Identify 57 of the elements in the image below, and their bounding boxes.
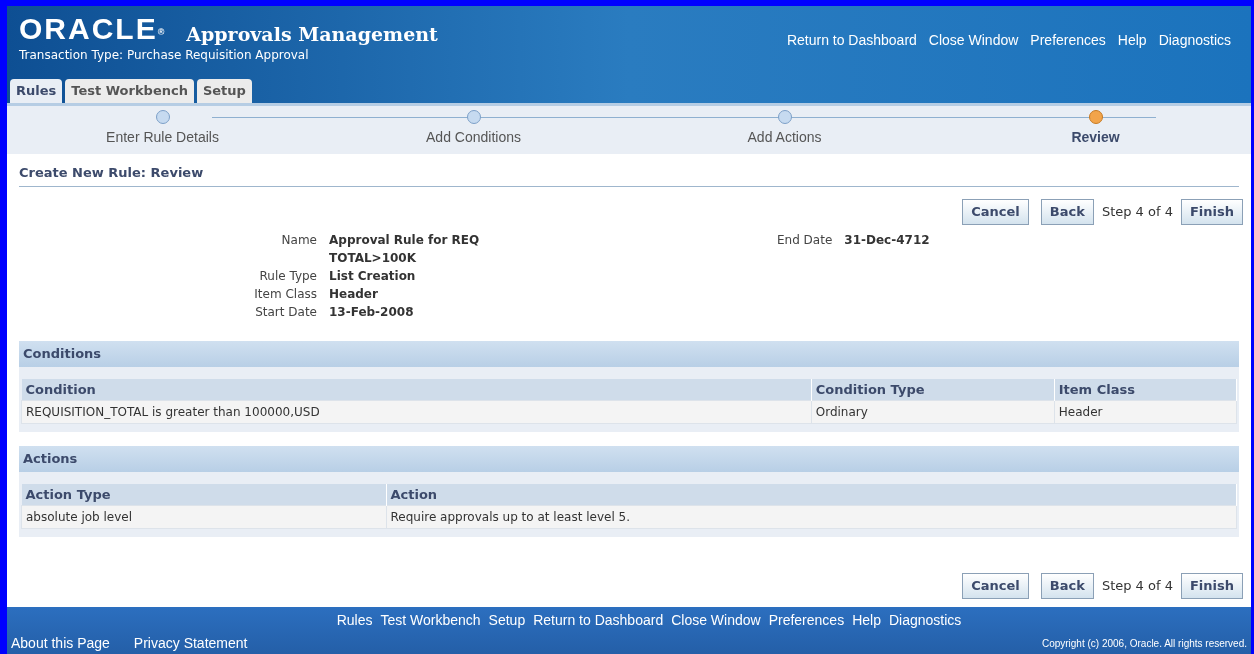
train-step-label[interactable]: Review: [1071, 127, 1120, 148]
wizard-button[interactable]: Back: [1040, 573, 1094, 599]
field-label: Rule Type: [258, 268, 317, 285]
tab[interactable]: Rules: [10, 79, 63, 103]
footer-link[interactable]: Return to Dashboard: [533, 610, 664, 631]
section-header: Conditions: [19, 341, 1239, 367]
app-title: Approvals Management: [186, 25, 438, 44]
footer-link[interactable]: Preferences: [768, 610, 845, 631]
footer-link[interactable]: Help: [852, 610, 881, 631]
tab[interactable]: Setup: [196, 79, 252, 103]
footer-link[interactable]: Diagnostics: [888, 610, 962, 631]
field-label: Start Date: [254, 304, 317, 321]
table-cell: REQUISITION_TOTAL is greater than 100000,USD: [21, 400, 812, 424]
table-cell: absolute job level: [21, 505, 386, 529]
table-cell: Ordinary: [811, 400, 1055, 424]
train-step-label[interactable]: Enter Rule Details: [106, 127, 219, 148]
field-value: 13-Feb-2008: [329, 304, 415, 321]
transaction-type: Transaction Type: Purchase Requisition Approval: [19, 47, 310, 64]
global-link[interactable]: Return to Dashboard: [786, 30, 917, 51]
global-link[interactable]: Diagnostics: [1158, 30, 1231, 51]
wizard-button[interactable]: Back: [1040, 199, 1094, 225]
train-step-label[interactable]: Add Conditions: [426, 127, 521, 148]
column-header: Condition Type: [811, 378, 1055, 401]
table-cell: Header: [1054, 400, 1237, 424]
footer-link[interactable]: Rules: [336, 610, 373, 631]
footer-link[interactable]: Close Window: [671, 610, 761, 631]
column-header: Action Type: [21, 483, 386, 506]
global-link[interactable]: Close Window: [928, 30, 1019, 51]
table-cell: Require approvals up to at least level 5.: [386, 505, 1237, 529]
field-value: Header: [329, 286, 379, 303]
page-title: Create New Rule: Review: [19, 165, 204, 180]
column-header: Item Class: [1054, 378, 1237, 401]
field-label: Item Class: [254, 286, 317, 303]
footer-link[interactable]: Test Workbench: [380, 610, 481, 631]
wizard-button[interactable]: Finish: [1180, 573, 1243, 599]
field-value: 31-Dec-4712: [844, 232, 930, 249]
field-value: List Creation: [329, 268, 417, 285]
wizard-button[interactable]: Cancel: [962, 199, 1029, 225]
section-header: Actions: [19, 446, 1239, 472]
column-header: Action: [386, 483, 1237, 506]
footer-link[interactable]: Setup: [488, 610, 526, 631]
privacy-link[interactable]: Privacy Statement: [133, 633, 248, 654]
field-label: Name: [280, 232, 317, 249]
train-step-label[interactable]: Add Actions: [747, 127, 822, 148]
step-indicator: Step 4 of 4: [1101, 203, 1173, 222]
field-label: End Date: [777, 232, 833, 249]
wizard-button[interactable]: Finish: [1180, 199, 1243, 225]
field-value: Approval Rule for REQ TOTAL>100K: [329, 232, 481, 267]
step-indicator: Step 4 of 4: [1101, 577, 1173, 596]
global-link[interactable]: Preferences: [1030, 30, 1106, 51]
oracle-logo: ORACLE$^{®}$: [19, 14, 167, 44]
tab[interactable]: Test Workbench: [65, 79, 194, 103]
about-page-link[interactable]: About this Page: [11, 633, 110, 654]
column-header: Condition: [21, 378, 812, 401]
global-link[interactable]: Help: [1117, 30, 1147, 51]
wizard-button[interactable]: Cancel: [962, 573, 1029, 599]
copyright: Copyright (c) 2006, Oracle. All rights reserved.: [1041, 637, 1247, 651]
